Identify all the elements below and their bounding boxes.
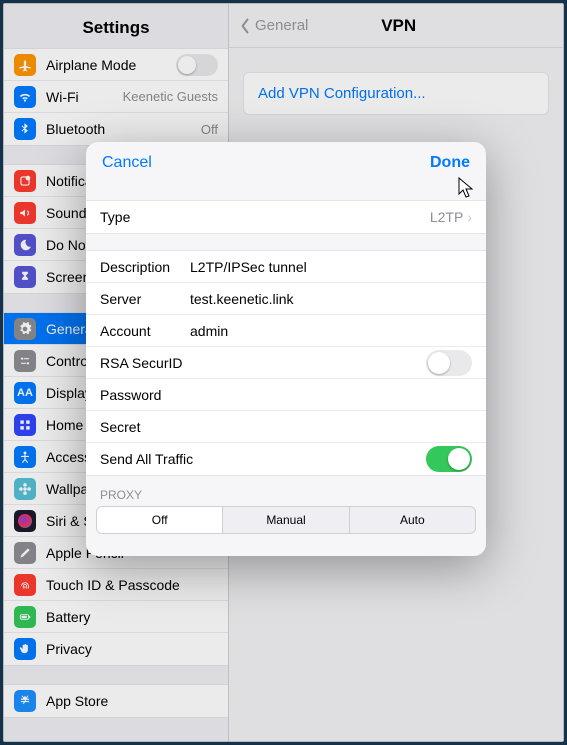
proxy-segmented-control[interactable]: Off Manual Auto: [96, 506, 476, 534]
secret-row[interactable]: Secret: [86, 411, 486, 443]
add-configuration-sheet: Cancel Done Type L2TP › Description L2TP…: [86, 142, 486, 556]
proxy-caption: Proxy: [86, 476, 486, 506]
rsa-row[interactable]: RSA SecurID: [86, 347, 486, 379]
chevron-right-icon: ›: [467, 209, 472, 225]
secret-input[interactable]: Secret: [100, 419, 472, 435]
type-row[interactable]: Type L2TP ›: [86, 201, 486, 233]
account-row[interactable]: Account admin: [86, 315, 486, 347]
done-button[interactable]: Done: [430, 154, 470, 172]
password-row[interactable]: Password: [86, 379, 486, 411]
send-all-traffic-row[interactable]: Send All Traffic: [86, 443, 486, 475]
account-input[interactable]: admin: [190, 323, 472, 339]
proxy-off-segment[interactable]: Off: [97, 507, 223, 533]
description-input[interactable]: L2TP/IPSec tunnel: [190, 259, 472, 275]
rsa-securid-toggle[interactable]: [426, 350, 472, 376]
description-row[interactable]: Description L2TP/IPSec tunnel: [86, 251, 486, 283]
send-all-traffic-toggle[interactable]: [426, 446, 472, 472]
password-input[interactable]: Password: [100, 387, 472, 403]
server-row[interactable]: Server test.keenetic.link: [86, 283, 486, 315]
cancel-button[interactable]: Cancel: [102, 154, 152, 172]
device-frame: Settings Airplane ModeWi-FiKeenetic Gues…: [3, 3, 564, 742]
proxy-manual-segment[interactable]: Manual: [223, 507, 349, 533]
proxy-auto-segment[interactable]: Auto: [350, 507, 475, 533]
server-input[interactable]: test.keenetic.link: [190, 291, 472, 307]
